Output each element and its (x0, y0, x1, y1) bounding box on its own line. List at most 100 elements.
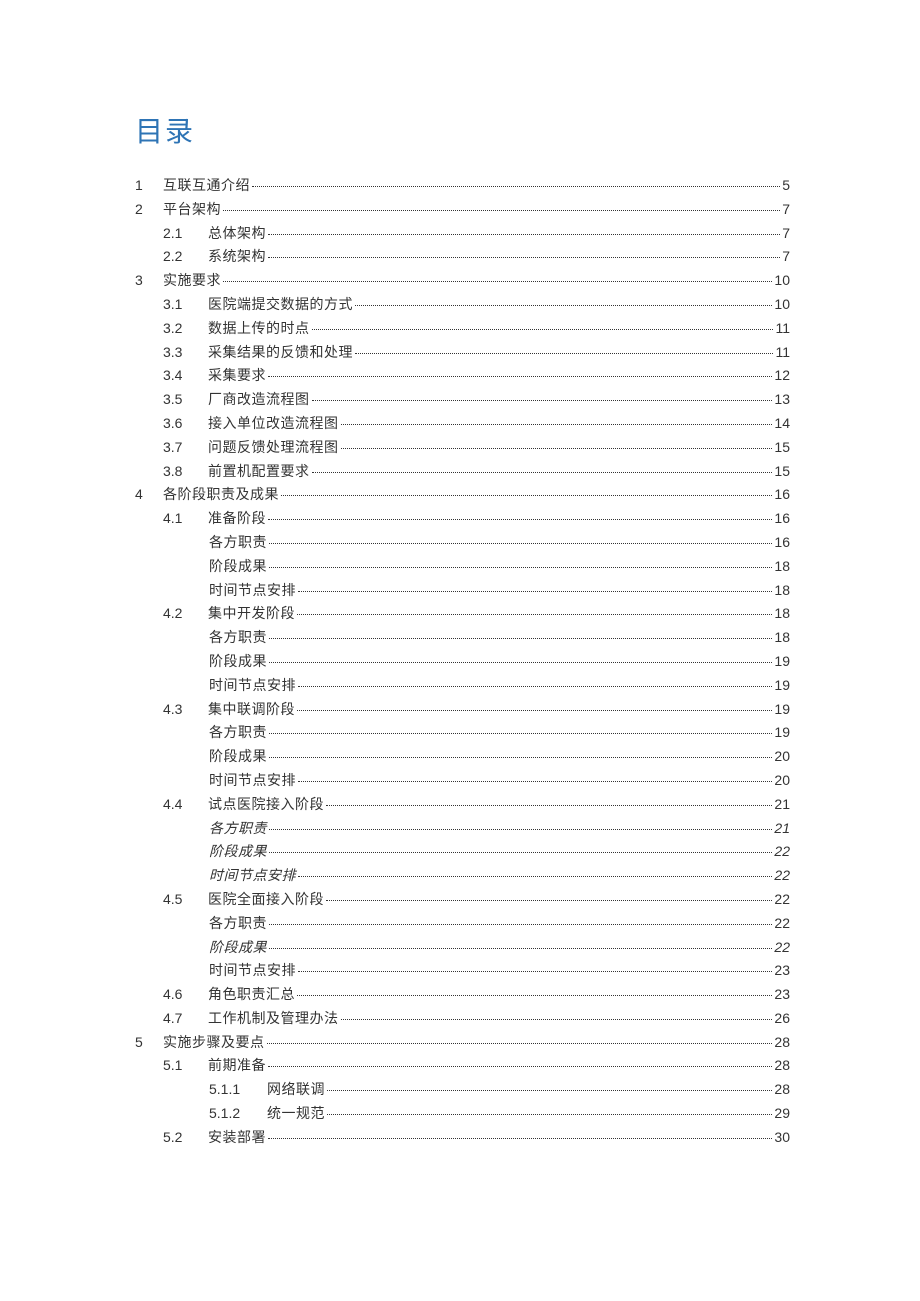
toc-entry-page: 11 (775, 341, 790, 365)
toc-leader-dots (268, 1066, 772, 1067)
toc-entry[interactable]: 阶段成果19 (135, 650, 790, 674)
toc-leader-dots (268, 257, 780, 258)
toc-entry[interactable]: 3.1医院端提交数据的方式 10 (135, 293, 790, 317)
toc-entry[interactable]: 阶段成果 22 (135, 936, 790, 960)
toc-leader-dots (269, 852, 772, 853)
toc-entry-title: 医院端提交数据的方式 (208, 293, 353, 317)
toc-entry-page: 14 (774, 412, 790, 436)
toc-entry-number: 4.3 (163, 698, 208, 722)
toc-entry-page: 11 (775, 317, 790, 341)
toc-entry[interactable]: 3.6接入单位改造流程图14 (135, 412, 790, 436)
toc-leader-dots (298, 591, 772, 592)
toc-entry[interactable]: 时间节点安排18 (135, 579, 790, 603)
toc-entry[interactable]: 3.5厂商改造流程图13 (135, 388, 790, 412)
toc-entry-page: 7 (782, 222, 790, 246)
toc-leader-dots (269, 543, 772, 544)
toc-leader-dots (269, 924, 772, 925)
toc-entry-title: 阶段成果 (209, 936, 267, 960)
toc-entry-page: 13 (774, 388, 790, 412)
toc-entry-page: 10 (774, 293, 790, 317)
toc-entry[interactable]: 时间节点安排22 (135, 864, 790, 888)
toc-entry[interactable]: 3.2数据上传的时点11 (135, 317, 790, 341)
toc-entry[interactable]: 2.1总体架构7 (135, 222, 790, 246)
toc-entry[interactable]: 4.2集中开发阶段18 (135, 602, 790, 626)
toc-entry[interactable]: 4.4试点医院接入阶段21 (135, 793, 790, 817)
toc-leader-dots (268, 376, 772, 377)
toc-entry-number: 4.7 (163, 1007, 208, 1031)
toc-entry[interactable]: 各方职责 19 (135, 721, 790, 745)
toc-entry[interactable]: 4.1准备阶段 16 (135, 507, 790, 531)
toc-leader-dots (355, 305, 772, 306)
toc-entry-number: 3.6 (163, 412, 208, 436)
toc-leader-dots (298, 876, 772, 877)
toc-entry[interactable]: 时间节点安排19 (135, 674, 790, 698)
toc-entry[interactable]: 各方职责21 (135, 817, 790, 841)
toc-entry[interactable]: 2平台架构7 (135, 198, 790, 222)
toc-entry-page: 16 (774, 507, 790, 531)
toc-leader-dots (341, 448, 773, 449)
toc-entry[interactable]: 3.3采集结果的反馈和处理11 (135, 341, 790, 365)
toc-entry-page: 18 (774, 579, 790, 603)
toc-entry[interactable]: 3.7问题反馈处理流程图15 (135, 436, 790, 460)
toc-entry-page: 22 (774, 936, 790, 960)
toc-leader-dots (252, 186, 780, 187)
toc-entry-number: 2.1 (163, 222, 208, 246)
toc-entry[interactable]: 3.4采集要求12 (135, 364, 790, 388)
toc-entry-page: 19 (774, 650, 790, 674)
toc-leader-dots (268, 519, 772, 520)
toc-entry[interactable]: 5.1前期准备28 (135, 1054, 790, 1078)
toc-entry[interactable]: 各方职责18 (135, 626, 790, 650)
toc-entry-page: 21 (774, 817, 790, 841)
toc-entry-title: 系统架构 (208, 245, 266, 269)
toc-entry-title: 阶段成果 (209, 840, 267, 864)
toc-leader-dots (327, 1114, 772, 1115)
toc-entry[interactable]: 阶段成果20 (135, 745, 790, 769)
toc-entry[interactable]: 时间节点安排20 (135, 769, 790, 793)
toc-leader-dots (269, 638, 772, 639)
toc-entry-page: 16 (774, 483, 790, 507)
toc-leader-dots (269, 733, 772, 734)
toc-entry[interactable]: 1互联互通介绍5 (135, 174, 790, 198)
toc-entry-page: 28 (774, 1054, 790, 1078)
toc-entry[interactable]: 4.7工作机制及管理办法26 (135, 1007, 790, 1031)
toc-entry-page: 30 (774, 1126, 790, 1150)
toc-entry[interactable]: 4.5医院全面接入阶段22 (135, 888, 790, 912)
toc-entry-number: 3 (135, 269, 163, 293)
toc-entry[interactable]: 各方职责22 (135, 912, 790, 936)
toc-entry-number: 5.1.1 (209, 1078, 267, 1102)
toc-entry-title: 各方职责 (209, 721, 267, 745)
toc-entry[interactable]: 3.8前置机配置要求15 (135, 460, 790, 484)
toc-leader-dots (298, 971, 772, 972)
toc-entry[interactable]: 5.1.2统一规范29 (135, 1102, 790, 1126)
toc-entry-title: 角色职责汇总 (208, 983, 295, 1007)
toc-entry[interactable]: 4.3集中联调阶段19 (135, 698, 790, 722)
toc-entry[interactable]: 3实施要求10 (135, 269, 790, 293)
toc-entry-title: 前置机配置要求 (208, 460, 310, 484)
toc-entry-page: 19 (774, 721, 790, 745)
toc-entry-number: 1 (135, 174, 163, 198)
toc-entry[interactable]: 2.2系统架构7 (135, 245, 790, 269)
toc-entry-title: 准备阶段 (208, 507, 266, 531)
toc-entry[interactable]: 5.2安装部署30 (135, 1126, 790, 1150)
toc-entry[interactable]: 5实施步骤及要点28 (135, 1031, 790, 1055)
toc-entry[interactable]: 5.1.1网络联调28 (135, 1078, 790, 1102)
toc-heading: 目录 (135, 110, 790, 150)
toc-leader-dots (223, 210, 780, 211)
toc-entry[interactable]: 各方职责16 (135, 531, 790, 555)
toc-entry[interactable]: 阶段成果18 (135, 555, 790, 579)
toc-entry-title: 采集要求 (208, 364, 266, 388)
toc-entry[interactable]: 时间节点安排23 (135, 959, 790, 983)
toc-entry-title: 各方职责 (209, 531, 267, 555)
toc-entry-number: 5.2 (163, 1126, 208, 1150)
toc-entry-title: 集中联调阶段 (208, 698, 295, 722)
toc-entry[interactable]: 4.6角色职责汇总23 (135, 983, 790, 1007)
toc-entry-number: 3.5 (163, 388, 208, 412)
toc-entry-number: 4.1 (163, 507, 208, 531)
toc-entry[interactable]: 4各阶段职责及成果16 (135, 483, 790, 507)
toc-entry-title: 阶段成果 (209, 555, 267, 579)
toc-entry-number: 3.1 (163, 293, 208, 317)
toc-entry[interactable]: 阶段成果22 (135, 840, 790, 864)
toc-leader-dots (298, 781, 772, 782)
toc-entry-title: 医院全面接入阶段 (208, 888, 324, 912)
toc-entry-page: 12 (774, 364, 790, 388)
